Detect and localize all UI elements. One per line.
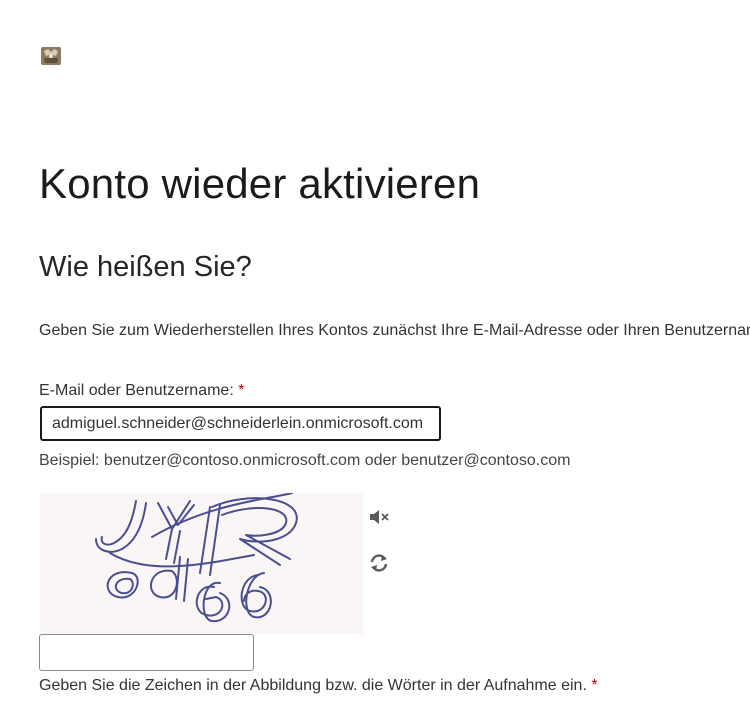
email-label: E-Mail oder Benutzername: * — [39, 382, 245, 399]
captcha-input[interactable] — [39, 634, 254, 671]
page-subtitle: Wie heißen Sie? — [39, 251, 252, 283]
intro-text: Geben Sie zum Wiederherstellen Ihres Kon… — [39, 322, 750, 339]
captcha-image — [40, 492, 363, 634]
required-asterisk: * — [238, 382, 245, 399]
speaker-icon[interactable] — [368, 506, 390, 528]
org-logo — [40, 45, 62, 67]
refresh-icon[interactable] — [368, 552, 390, 574]
email-field[interactable] — [40, 406, 441, 441]
page-title: Konto wieder aktivieren — [39, 160, 481, 207]
captcha-instructions: Geben Sie die Zeichen in der Abbildung b… — [39, 677, 598, 694]
email-example-hint: Beispiel: benutzer@contoso.onmicrosoft.c… — [39, 452, 571, 469]
required-asterisk: * — [591, 677, 598, 694]
